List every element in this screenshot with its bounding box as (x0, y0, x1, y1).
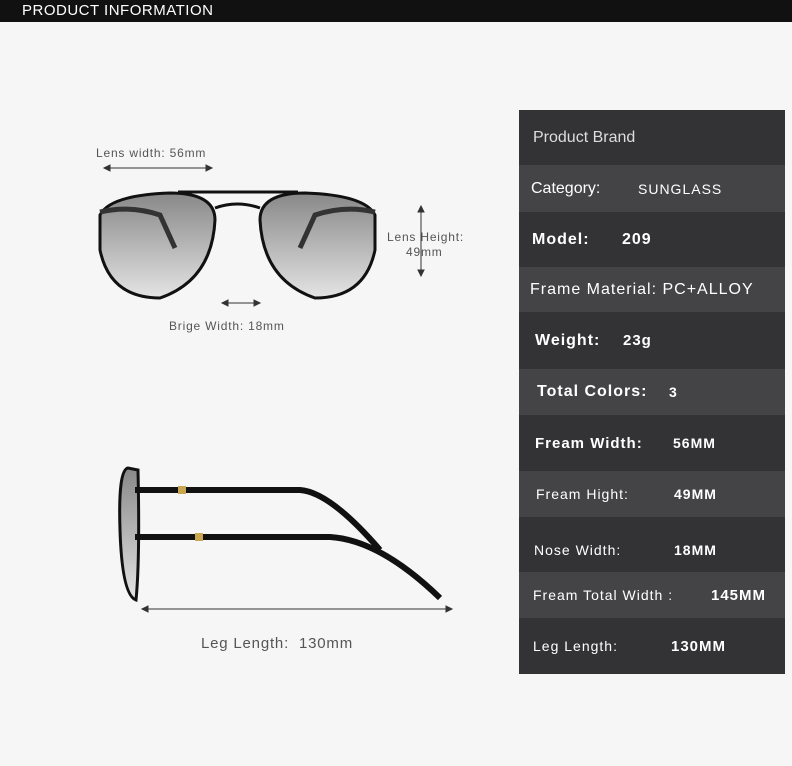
spec-row-colors: Total Colors: 3 (519, 369, 785, 415)
spec-label: Fream Total Width : (533, 587, 674, 603)
spec-label: Model: (532, 230, 590, 248)
spec-row-total-width: Fream Total Width : 145MM (519, 572, 785, 618)
spec-table: Product Brand Category: SUNGLASS Model: 20… (519, 110, 785, 674)
lens-height-label: Lens Height: (387, 230, 464, 244)
spec-value: SUNGLASS (638, 180, 723, 197)
spec-value: 3 (669, 384, 678, 400)
spec-label: Fream Width: (535, 434, 643, 452)
spec-label: Fream Hight: (536, 486, 629, 502)
side-view-glasses (118, 466, 443, 603)
spec-label: Total Colors: (537, 383, 648, 400)
spec-row-category: Category: SUNGLASS (519, 165, 785, 212)
spec-value: 23g (623, 332, 652, 349)
spec-row-material: Frame Material: PC+ALLOY (519, 267, 785, 312)
spec-row-weight: Weight: 23g (519, 312, 785, 369)
spec-value: 18MM (674, 541, 717, 558)
spec-label: Category: (531, 179, 601, 197)
spec-value: 49MM (674, 486, 717, 502)
spec-label: Nose Width: (534, 541, 622, 558)
spec-label: Product Brand (533, 128, 636, 146)
spec-value: 56MM (673, 435, 716, 451)
spec-value: 209 (622, 230, 652, 248)
spec-value: 130MM (671, 637, 727, 655)
bridge-width-label: Brige Width: 18mm (169, 319, 285, 333)
spec-row-leg-length: Leg Length: 130MM (519, 618, 785, 674)
front-view-glasses (98, 190, 377, 300)
spec-row-model: Model: 209 (519, 212, 785, 267)
spec-label: Frame Material: (530, 280, 658, 298)
leg-length-label: Leg Length: 130mm (201, 635, 353, 652)
spec-value: PC+ALLOY (662, 280, 754, 298)
lens-height-value: 49mm (406, 245, 443, 259)
spec-row-nose-width: Nose Width: 18MM (519, 517, 785, 572)
spec-label: Leg Length: (533, 638, 618, 654)
lens-width-label: Lens width: 56mm (96, 146, 207, 160)
spec-label: Weight: (535, 331, 601, 349)
spec-row-frame-height: Fream Hight: 49MM (519, 471, 785, 517)
spec-row-brand: Product Brand (519, 110, 785, 165)
spec-row-frame-width: Fream Width: 56MM (519, 415, 785, 471)
spec-value: 145MM (711, 586, 767, 604)
